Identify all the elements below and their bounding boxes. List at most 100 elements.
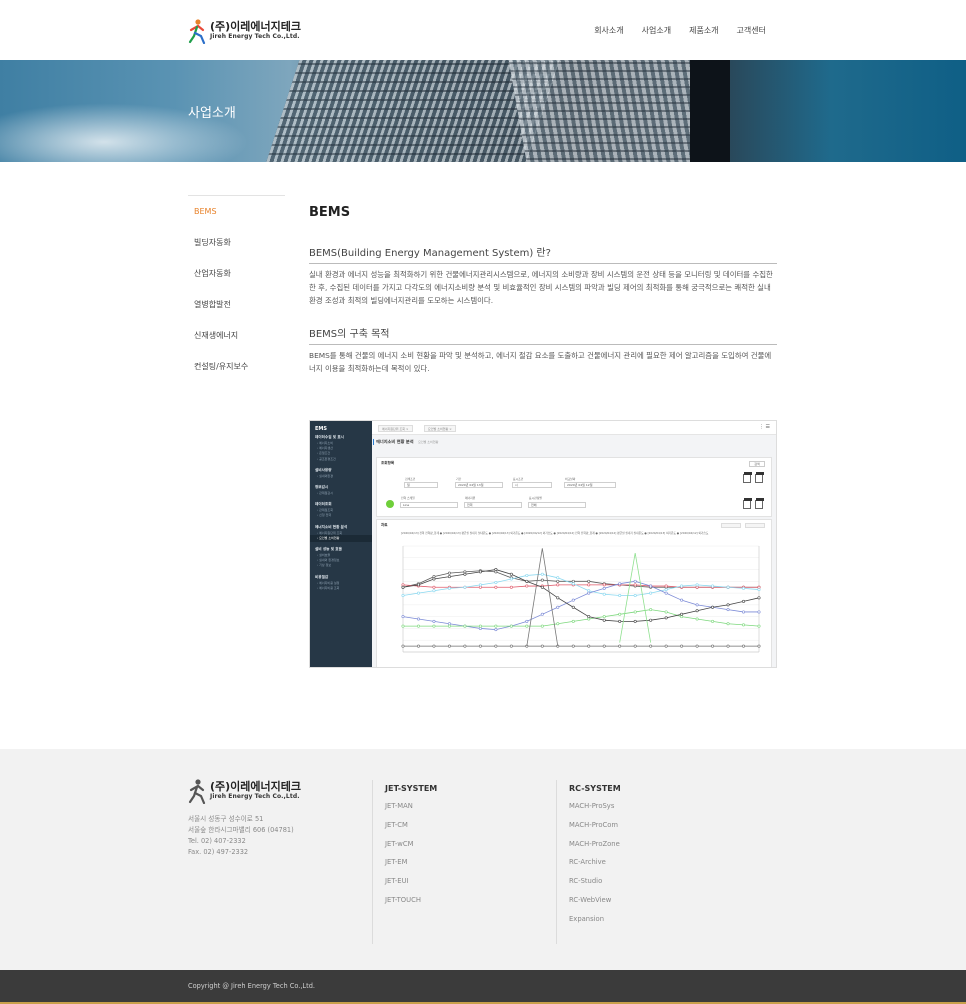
ems-tab-2[interactable]: 요인별 소비현황 × [424,425,456,432]
ems-series-point [494,568,498,572]
ems-series-point [587,589,591,593]
ems-subitem[interactable]: › 요인별 소비현황 [317,536,339,540]
ems-series-point [587,615,591,619]
ems-group-6[interactable]: 비용절감 [315,575,328,580]
footer-link-jet-man[interactable]: JET-MAN [385,802,437,821]
ems-select-f3[interactable]: 시 [512,482,552,488]
ems-group-4[interactable]: 에너지소비 현황 분석 [315,525,347,530]
ems-series-point [618,619,622,623]
footer-link-mach-prozone[interactable]: MACH-ProZone [569,840,621,859]
footer-link-jet-eui[interactable]: JET-EUI [385,877,437,896]
ems-series-point [618,644,622,648]
footer-link-expansion[interactable]: Expansion [569,915,621,934]
ems-spike [526,548,559,647]
ems-series-point [509,577,513,581]
ems-subitem[interactable]: › 에너지비용 설정 [317,581,339,585]
footer-link-mach-prosys[interactable]: MACH-ProSys [569,802,621,821]
ems-subitem[interactable]: › 에너지소비 [317,441,333,445]
ems-series-point [525,624,529,628]
ems-series-point [711,644,715,648]
ems-select-f6[interactable]: 전력 [464,502,522,508]
nav-products[interactable]: 제품소개 [689,25,718,36]
ems-series-point [432,619,436,623]
ems-doc-icon-3[interactable] [743,498,752,509]
ems-group-2[interactable]: 정보감시 [315,485,328,490]
ems-series-point [540,572,544,576]
ems-series-point [618,612,622,616]
ems-group-3[interactable]: 데이터조회 [315,502,332,507]
ems-date-f2[interactable]: 2020년 04월 13일 [455,482,503,488]
ems-chart-btn-1[interactable] [721,523,741,528]
ems-subitem[interactable]: › 공조환경조건 [317,457,336,461]
ems-series-point [664,588,668,592]
footer-link-jet-em[interactable]: JET-EM [385,858,437,877]
brand-logo[interactable]: (주)이레에너지테크 Jireh Energy Tech Co.,Ltd. [188,18,301,44]
sidebar-item-renewable-energy[interactable]: 신재생에너지 [188,320,285,351]
ems-menu-icon[interactable]: ⋮ ☰ [759,424,770,430]
footer-link-jet-wcm[interactable]: JET-wCM [385,840,437,859]
ems-line-chart [401,545,761,653]
footer-link-jet-touch[interactable]: JET-TOUCH [385,896,437,915]
ems-search-button[interactable]: 검색 [749,461,765,467]
ems-subitem[interactable]: › 신청 전력 [317,513,331,517]
ems-subitem[interactable]: › 관제점조회 [317,508,333,512]
ems-series-line [402,569,760,622]
nav-business[interactable]: 사업소개 [642,25,671,36]
ems-select-f7[interactable]: 전체 [528,502,586,508]
ems-doc-icon-1[interactable] [743,472,752,483]
ems-subitem[interactable]: › 관제점감시 [317,491,333,495]
runner-logo-icon [188,19,206,44]
ems-series-point [478,624,482,628]
ems-series-point [602,615,606,619]
ems-series-point [649,644,653,648]
ems-subitem[interactable]: › 기상 정보 [317,563,331,567]
nav-company[interactable]: 회사소개 [594,25,623,36]
ems-series-point [680,584,684,588]
ems-series-point [463,644,467,648]
sidebar-item-cogeneration[interactable]: 열병합발전 [188,289,285,320]
footer-jet-title: JET-SYSTEM [385,784,438,793]
ems-series-point [463,624,467,628]
ems-series-point [742,586,746,590]
footer-link-jet-cm[interactable]: JET-CM [385,821,437,840]
ems-group-5[interactable]: 설비 성능 및 효율 [315,547,342,552]
site-header: (주)이레에너지테크 Jireh Energy Tech Co.,Ltd. 회사… [0,0,966,60]
ems-doc-icon-2[interactable] [755,472,764,483]
ems-date-f4[interactable]: 2020년 04월 12일 [564,482,616,488]
sidebar-item-consulting[interactable]: 컨설팅/유지보수 [188,351,285,382]
sidebar-item-industrial-automation[interactable]: 산업자동화 [188,258,285,289]
ems-series-point [447,624,451,628]
ems-select-f1[interactable]: 일 [404,482,438,488]
footer-link-rc-webview[interactable]: RC-WebView [569,896,621,915]
footer-link-mach-procom[interactable]: MACH-ProCom [569,821,621,840]
ems-doc-icon-4[interactable] [755,498,764,509]
ems-series-point [509,624,513,628]
ems-series-point [556,605,560,609]
copyright-bar: Copyright @ Jireh Energy Tech Co.,Ltd. [0,970,966,1004]
ems-subitem[interactable]: › 설비효율 [317,553,330,557]
ems-tab-1[interactable]: 에너지원단위 조회 × [378,425,413,432]
ems-select-f5[interactable]: Line [400,502,458,508]
ems-query-label: 조회항목 [381,461,395,465]
footer-link-rc-archive[interactable]: RC-Archive [569,858,621,877]
ems-subitem[interactable]: › 실내외 환경정보 [317,558,339,562]
ems-series-point [478,644,482,648]
ems-series-point [494,644,498,648]
footer-link-rc-studio[interactable]: RC-Studio [569,877,621,896]
ems-subitem[interactable]: › 에너지비용 조회 [317,586,339,590]
ems-group-1[interactable]: 설비사용량 [315,468,332,473]
ems-series-point [571,644,575,648]
sidebar-item-bems[interactable]: BEMS [188,196,285,227]
footer-logo: (주)이레에너지테크 Jireh Energy Tech Co.,Ltd. [188,778,301,804]
ems-group-0[interactable]: 데이터수집 및 표시 [315,435,344,440]
ems-subitem[interactable]: › 온열조건 [317,451,330,455]
ems-series-point [525,584,529,588]
ems-series-point [432,585,436,589]
sidebar-item-building-automation[interactable]: 빌딩자동화 [188,227,285,258]
nav-support[interactable]: 고객센터 [737,25,766,36]
ems-subitem[interactable]: › 실내외환경 [317,474,333,478]
ems-series-point [447,622,451,626]
ems-subitem[interactable]: › 에너지생산 [317,446,333,450]
ems-chart-btn-2[interactable] [745,523,765,528]
ems-series-point [494,628,498,632]
